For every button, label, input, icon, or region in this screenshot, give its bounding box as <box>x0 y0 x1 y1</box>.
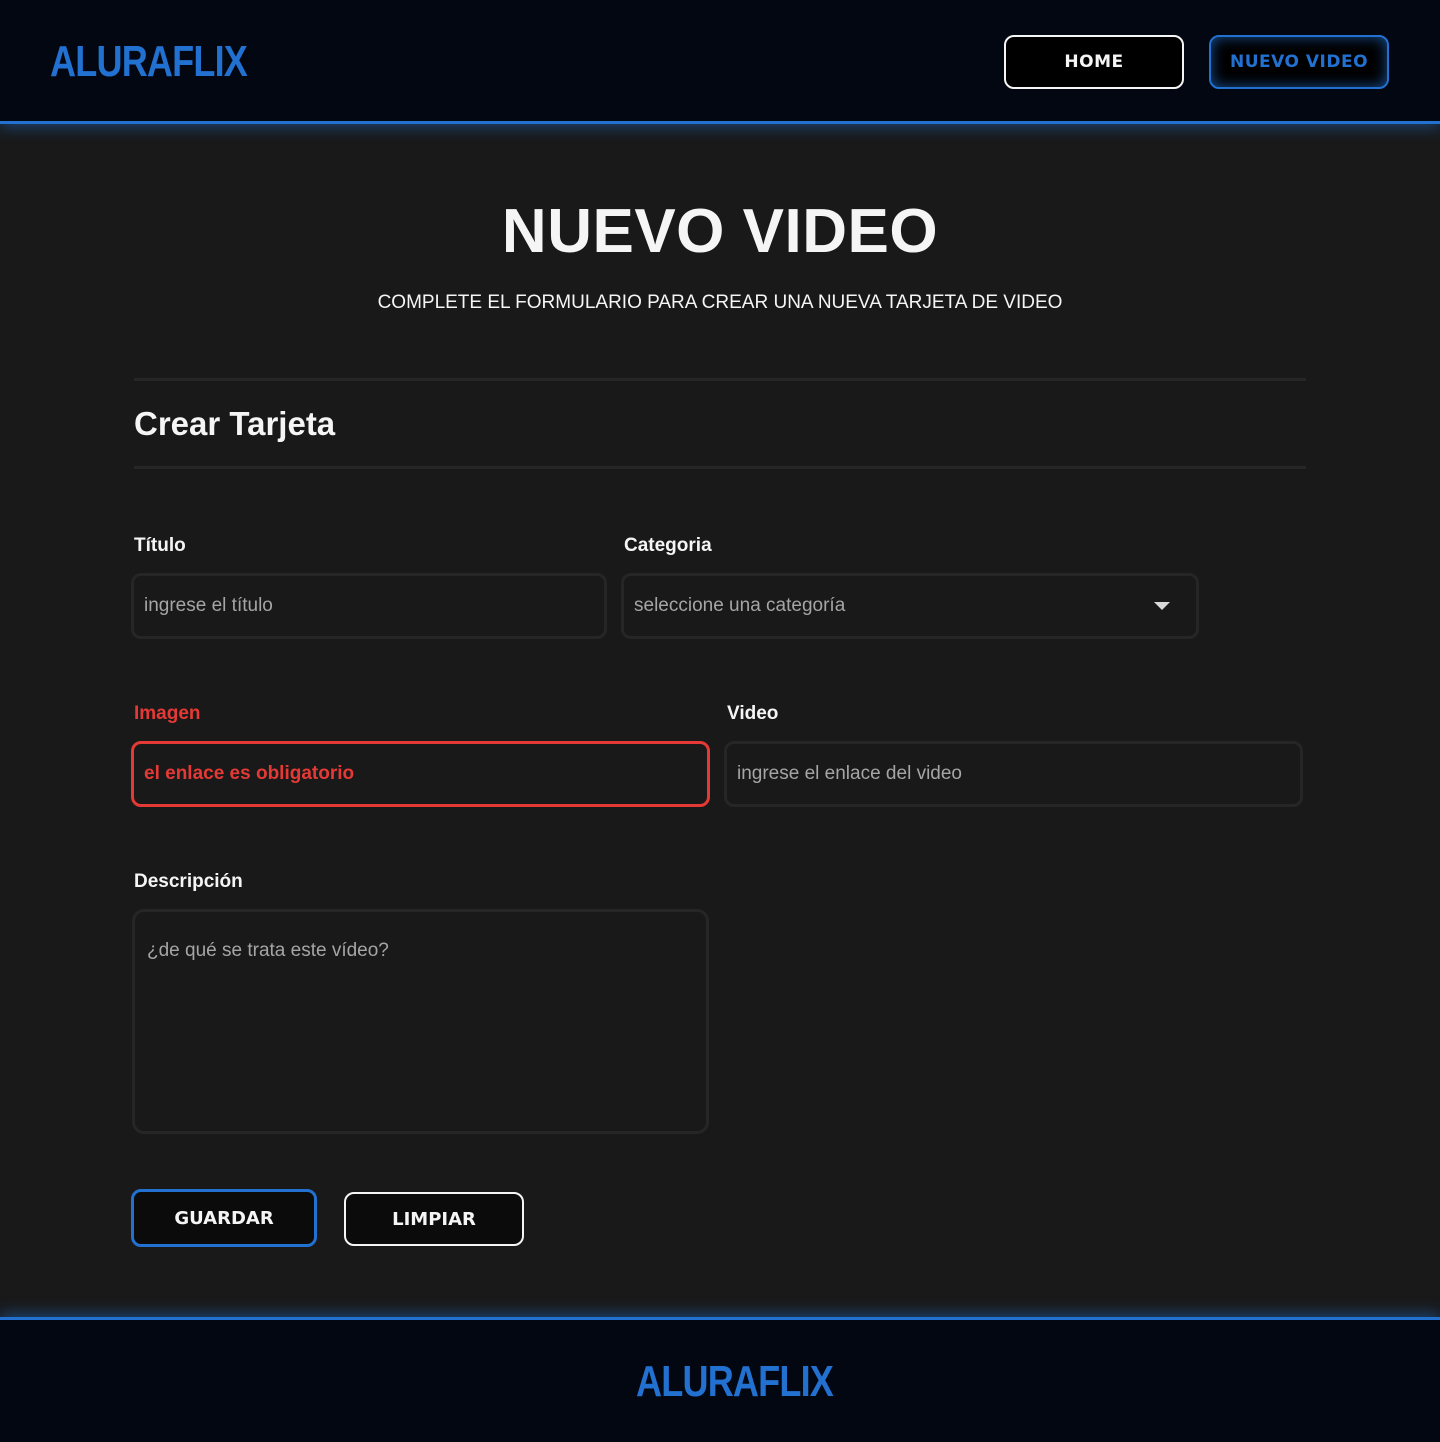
video-input[interactable]: ingrese el enlace del video <box>724 741 1303 807</box>
video-placeholder: ingrese el enlace del video <box>737 763 962 784</box>
chevron-down-icon <box>1154 602 1170 610</box>
imagen-error-message: el enlace es obligatorio <box>144 763 355 784</box>
page: ALURAFLIX HOME NUEVO VIDEO NUEVO VIDEO C… <box>0 0 1440 1442</box>
page-title: NUEVO VIDEO <box>501 197 939 266</box>
footer: ALURAFLIX <box>0 1317 1440 1442</box>
categoria-selected-value: seleccione una categoría <box>634 595 846 616</box>
limpiar-button[interactable]: LIMPIAR <box>344 1192 524 1246</box>
video-label: Video <box>727 703 779 724</box>
footer-logo: ALURAFLIX <box>636 1357 834 1406</box>
titulo-placeholder: ingrese el título <box>144 595 273 616</box>
titulo-input[interactable]: ingrese el título <box>131 573 607 639</box>
divider-top <box>134 378 1306 381</box>
imagen-input[interactable]: el enlace es obligatorio <box>131 741 710 807</box>
descripcion-placeholder: ¿de qué se trata este vídeo? <box>147 940 389 961</box>
home-button[interactable]: HOME <box>1004 35 1184 89</box>
descripcion-textarea[interactable]: ¿de qué se trata este vídeo? <box>132 909 709 1134</box>
nuevo-video-button[interactable]: NUEVO VIDEO <box>1209 35 1389 89</box>
categoria-label: Categoria <box>624 535 712 556</box>
descripcion-label: Descripción <box>134 871 243 892</box>
header-logo[interactable]: ALURAFLIX <box>50 40 248 84</box>
section-title: Crear Tarjeta <box>134 405 336 442</box>
top-header: ALURAFLIX HOME NUEVO VIDEO <box>0 0 1440 124</box>
titulo-label: Título <box>134 535 186 556</box>
divider-bottom <box>134 466 1306 469</box>
guardar-button[interactable]: GUARDAR <box>131 1189 317 1247</box>
page-subtitle: COMPLETE EL FORMULARIO PARA CREAR UNA NU… <box>377 292 1063 313</box>
categoria-select[interactable]: seleccione una categoría <box>621 573 1199 639</box>
imagen-label: Imagen <box>134 703 201 724</box>
